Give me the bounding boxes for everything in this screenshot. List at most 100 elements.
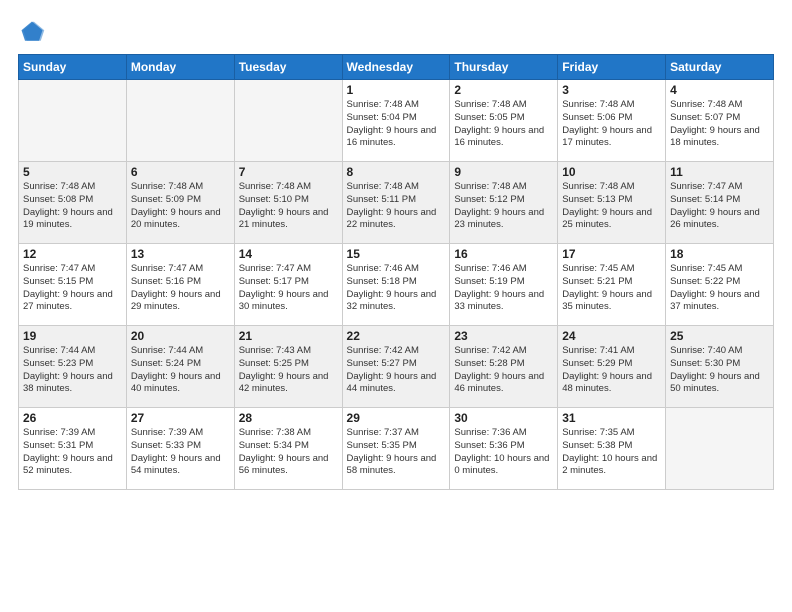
cell-info: Sunrise: 7:47 AMSunset: 5:15 PMDaylight:… bbox=[23, 263, 113, 312]
cell-info: Sunrise: 7:37 AMSunset: 5:35 PMDaylight:… bbox=[347, 427, 437, 476]
day-number: 31 bbox=[562, 411, 661, 425]
calendar-day-cell: 11Sunrise: 7:47 AMSunset: 5:14 PMDayligh… bbox=[666, 162, 774, 244]
calendar-day-cell: 25Sunrise: 7:40 AMSunset: 5:30 PMDayligh… bbox=[666, 326, 774, 408]
weekday-header-cell: Friday bbox=[558, 55, 666, 80]
day-number: 3 bbox=[562, 83, 661, 97]
calendar-day-cell: 3 Sunrise: 7:48 AMSunset: 5:06 PMDaylight… bbox=[558, 80, 666, 162]
calendar-table: SundayMondayTuesdayWednesdayThursdayFrid… bbox=[18, 54, 774, 490]
cell-info: Sunrise: 7:39 AMSunset: 5:31 PMDaylight:… bbox=[23, 427, 113, 476]
calendar-day-cell: 2Sunrise: 7:48 AMSunset: 5:05 PMDaylight… bbox=[450, 80, 558, 162]
calendar-day-cell: 4 Sunrise: 7:48 AMSunset: 5:07 PMDaylight… bbox=[666, 80, 774, 162]
day-number: 26 bbox=[23, 411, 122, 425]
cell-info: Sunrise: 7:48 AMSunset: 5:12 PMDaylight:… bbox=[454, 181, 544, 230]
day-number: 10 bbox=[562, 165, 661, 179]
calendar-day-cell: 18 Sunrise: 7:45 AMSunset: 5:22 PMDayligh… bbox=[666, 244, 774, 326]
day-number: 6 bbox=[131, 165, 230, 179]
weekday-header-cell: Tuesday bbox=[234, 55, 342, 80]
cell-info: Sunrise: 7:48 AMSunset: 5:07 PMDaylight:… bbox=[670, 99, 760, 148]
cell-info: Sunrise: 7:46 AMSunset: 5:18 PMDaylight:… bbox=[347, 263, 437, 312]
cell-info: Sunrise: 7:41 AMSunset: 5:29 PMDaylight:… bbox=[562, 345, 652, 394]
calendar-week-row: 19 Sunrise: 7:44 AMSunset: 5:23 PMDayligh… bbox=[19, 326, 774, 408]
day-number: 14 bbox=[239, 247, 338, 261]
cell-info: Sunrise: 7:44 AMSunset: 5:24 PMDaylight:… bbox=[131, 345, 221, 394]
calendar-day-cell: 22Sunrise: 7:42 AMSunset: 5:27 PMDayligh… bbox=[342, 326, 450, 408]
calendar-day-cell: 27 Sunrise: 7:39 AMSunset: 5:33 PMDayligh… bbox=[126, 408, 234, 490]
calendar-day-cell: 23Sunrise: 7:42 AMSunset: 5:28 PMDayligh… bbox=[450, 326, 558, 408]
day-number: 12 bbox=[23, 247, 122, 261]
calendar-day-cell: 1Sunrise: 7:48 AMSunset: 5:04 PMDaylight… bbox=[342, 80, 450, 162]
calendar-day-cell: 24 Sunrise: 7:41 AMSunset: 5:29 PMDayligh… bbox=[558, 326, 666, 408]
calendar-day-cell: 10 Sunrise: 7:48 AMSunset: 5:13 PMDayligh… bbox=[558, 162, 666, 244]
calendar-day-cell bbox=[19, 80, 127, 162]
calendar-day-cell: 31 Sunrise: 7:35 AMSunset: 5:38 PMDayligh… bbox=[558, 408, 666, 490]
cell-info: Sunrise: 7:45 AMSunset: 5:21 PMDaylight:… bbox=[562, 263, 652, 312]
cell-info: Sunrise: 7:47 AMSunset: 5:17 PMDaylight:… bbox=[239, 263, 329, 312]
calendar-day-cell bbox=[666, 408, 774, 490]
cell-info: Sunrise: 7:48 AMSunset: 5:10 PMDaylight:… bbox=[239, 181, 329, 230]
day-number: 19 bbox=[23, 329, 122, 343]
day-number: 21 bbox=[239, 329, 338, 343]
calendar-day-cell: 16 Sunrise: 7:46 AMSunset: 5:19 PMDayligh… bbox=[450, 244, 558, 326]
cell-info: Sunrise: 7:46 AMSunset: 5:19 PMDaylight:… bbox=[454, 263, 544, 312]
calendar-day-cell bbox=[234, 80, 342, 162]
calendar-day-cell bbox=[126, 80, 234, 162]
calendar-day-cell: 9 Sunrise: 7:48 AMSunset: 5:12 PMDaylight… bbox=[450, 162, 558, 244]
calendar-week-row: 12 Sunrise: 7:47 AMSunset: 5:15 PMDayligh… bbox=[19, 244, 774, 326]
cell-info: Sunrise: 7:48 AMSunset: 5:08 PMDaylight:… bbox=[23, 181, 113, 230]
cell-info: Sunrise: 7:48 AMSunset: 5:09 PMDaylight:… bbox=[131, 181, 221, 230]
cell-info: Sunrise: 7:45 AMSunset: 5:22 PMDaylight:… bbox=[670, 263, 760, 312]
calendar-day-cell: 30Sunrise: 7:36 AMSunset: 5:36 PMDayligh… bbox=[450, 408, 558, 490]
day-number: 1 bbox=[347, 83, 446, 97]
day-number: 28 bbox=[239, 411, 338, 425]
cell-info: Sunrise: 7:35 AMSunset: 5:38 PMDaylight:… bbox=[562, 427, 657, 476]
weekday-header-row: SundayMondayTuesdayWednesdayThursdayFrid… bbox=[19, 55, 774, 80]
day-number: 9 bbox=[454, 165, 553, 179]
header bbox=[18, 18, 774, 46]
weekday-header-cell: Sunday bbox=[19, 55, 127, 80]
calendar-body: 1Sunrise: 7:48 AMSunset: 5:04 PMDaylight… bbox=[19, 80, 774, 490]
calendar-day-cell: 29 Sunrise: 7:37 AMSunset: 5:35 PMDayligh… bbox=[342, 408, 450, 490]
day-number: 7 bbox=[239, 165, 338, 179]
calendar-week-row: 1Sunrise: 7:48 AMSunset: 5:04 PMDaylight… bbox=[19, 80, 774, 162]
day-number: 5 bbox=[23, 165, 122, 179]
logo-icon bbox=[18, 18, 46, 46]
calendar-day-cell: 15 Sunrise: 7:46 AMSunset: 5:18 PMDayligh… bbox=[342, 244, 450, 326]
calendar-day-cell: 5 Sunrise: 7:48 AMSunset: 5:08 PMDaylight… bbox=[19, 162, 127, 244]
day-number: 16 bbox=[454, 247, 553, 261]
day-number: 24 bbox=[562, 329, 661, 343]
calendar-day-cell: 14 Sunrise: 7:47 AMSunset: 5:17 PMDayligh… bbox=[234, 244, 342, 326]
cell-info: Sunrise: 7:44 AMSunset: 5:23 PMDaylight:… bbox=[23, 345, 113, 394]
calendar-day-cell: 12 Sunrise: 7:47 AMSunset: 5:15 PMDayligh… bbox=[19, 244, 127, 326]
day-number: 2 bbox=[454, 83, 553, 97]
day-number: 18 bbox=[670, 247, 769, 261]
day-number: 17 bbox=[562, 247, 661, 261]
weekday-header-cell: Monday bbox=[126, 55, 234, 80]
day-number: 8 bbox=[347, 165, 446, 179]
calendar-day-cell: 19 Sunrise: 7:44 AMSunset: 5:23 PMDayligh… bbox=[19, 326, 127, 408]
day-number: 20 bbox=[131, 329, 230, 343]
day-number: 15 bbox=[347, 247, 446, 261]
cell-info: Sunrise: 7:48 AMSunset: 5:06 PMDaylight:… bbox=[562, 99, 652, 148]
cell-info: Sunrise: 7:43 AMSunset: 5:25 PMDaylight:… bbox=[239, 345, 329, 394]
day-number: 29 bbox=[347, 411, 446, 425]
calendar-day-cell: 26 Sunrise: 7:39 AMSunset: 5:31 PMDayligh… bbox=[19, 408, 127, 490]
weekday-header-cell: Saturday bbox=[666, 55, 774, 80]
day-number: 27 bbox=[131, 411, 230, 425]
cell-info: Sunrise: 7:48 AMSunset: 5:13 PMDaylight:… bbox=[562, 181, 652, 230]
day-number: 11 bbox=[670, 165, 769, 179]
day-number: 13 bbox=[131, 247, 230, 261]
cell-info: Sunrise: 7:47 AMSunset: 5:16 PMDaylight:… bbox=[131, 263, 221, 312]
calendar-day-cell: 21 Sunrise: 7:43 AMSunset: 5:25 PMDayligh… bbox=[234, 326, 342, 408]
calendar-day-cell: 6 Sunrise: 7:48 AMSunset: 5:09 PMDaylight… bbox=[126, 162, 234, 244]
cell-info: Sunrise: 7:36 AMSunset: 5:36 PMDaylight:… bbox=[454, 427, 549, 476]
day-number: 23 bbox=[454, 329, 553, 343]
day-number: 4 bbox=[670, 83, 769, 97]
calendar-week-row: 5 Sunrise: 7:48 AMSunset: 5:08 PMDaylight… bbox=[19, 162, 774, 244]
calendar-day-cell: 8 Sunrise: 7:48 AMSunset: 5:11 PMDaylight… bbox=[342, 162, 450, 244]
calendar-day-cell: 28Sunrise: 7:38 AMSunset: 5:34 PMDayligh… bbox=[234, 408, 342, 490]
day-number: 25 bbox=[670, 329, 769, 343]
calendar-day-cell: 13 Sunrise: 7:47 AMSunset: 5:16 PMDayligh… bbox=[126, 244, 234, 326]
cell-info: Sunrise: 7:48 AMSunset: 5:11 PMDaylight:… bbox=[347, 181, 437, 230]
cell-info: Sunrise: 7:39 AMSunset: 5:33 PMDaylight:… bbox=[131, 427, 221, 476]
weekday-header-cell: Thursday bbox=[450, 55, 558, 80]
